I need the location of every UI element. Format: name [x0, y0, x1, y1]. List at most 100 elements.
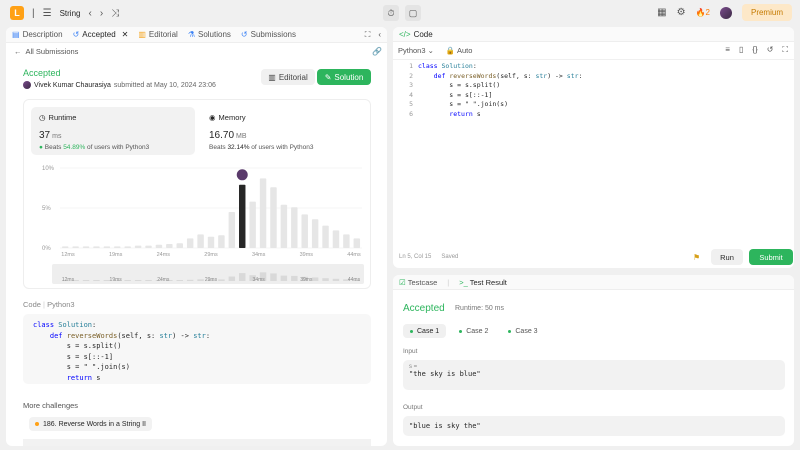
chart-bar[interactable]: [186, 238, 194, 248]
chart-bar[interactable]: [280, 204, 288, 248]
chart-bar[interactable]: [218, 235, 225, 248]
hint-icon[interactable]: ⚑: [693, 253, 700, 262]
chart-bar[interactable]: [72, 246, 79, 248]
memory-box[interactable]: ◉ Memory 16.70 MB Beats 32.14% of users wi…: [201, 107, 365, 155]
chart-bar[interactable]: [228, 212, 236, 248]
notes-icon[interactable]: ▢: [405, 5, 421, 21]
solution-label: Solution: [334, 72, 364, 82]
chart-bar[interactable]: [134, 245, 142, 248]
line-number: 6: [409, 109, 413, 118]
share-link-icon[interactable]: 🔗: [372, 47, 382, 56]
list-icon[interactable]: ☰: [43, 8, 52, 19]
x-tick-label: 39ms: [300, 252, 314, 258]
checkbox-icon: ☑: [399, 277, 406, 287]
problem-list-title[interactable]: String: [60, 9, 81, 18]
streak-counter[interactable]: 🔥2: [696, 8, 710, 17]
shuffle-icon[interactable]: ⤨: [111, 8, 119, 19]
chart-bar[interactable]: [155, 244, 163, 248]
chart-bar[interactable]: [197, 234, 204, 248]
settings-icon[interactable]: ⚙: [677, 7, 686, 18]
editorial-button[interactable]: ▥ Editorial: [261, 69, 315, 85]
runtime-value: 37: [39, 130, 51, 141]
case-tab-2[interactable]: Case 2: [452, 324, 495, 338]
editor-line: s = " ".join(s): [418, 100, 509, 109]
result-runtime: Runtime: 50 ms: [455, 305, 505, 312]
chart-bar[interactable]: [249, 201, 256, 248]
tab-description[interactable]: ▤ Description: [12, 30, 63, 39]
chart-bar[interactable]: [311, 219, 319, 248]
navigator-bar: [332, 278, 340, 281]
close-tab-icon[interactable]: ✕: [122, 30, 129, 39]
author-name[interactable]: Vivek Kumar Chaurasiya: [34, 82, 111, 89]
tab-test-result[interactable]: >_ Test Result: [459, 278, 507, 287]
runtime-distribution-chart[interactable]: 10% 5% 0% 12ms 19ms 24ms 29ms 34ms 39ms 44ms 12ms 1…: [24, 160, 372, 288]
reset-icon[interactable]: ↺: [767, 45, 774, 55]
back-to-submissions[interactable]: ← All Submissions: [14, 47, 78, 56]
auto-label: Auto: [456, 46, 473, 55]
tab-testcase[interactable]: ☑ Testcase: [399, 278, 437, 287]
prev-problem-icon[interactable]: ‹: [88, 8, 91, 19]
chart-bar[interactable]: [343, 234, 350, 248]
braces-icon[interactable]: {}: [752, 45, 757, 55]
saved-status: Saved: [441, 254, 459, 260]
timer-icon[interactable]: ⏱: [383, 5, 399, 21]
user-avatar[interactable]: [719, 6, 732, 19]
case-tab-1[interactable]: Case 1: [403, 324, 447, 338]
runtime-box[interactable]: ◷ Runtime 37 ms ● Beats 54.89% of users wi…: [31, 107, 195, 155]
editor-lines[interactable]: class Solution: def reverseWords(self, s…: [418, 62, 582, 120]
input-label: Input: [403, 348, 418, 355]
solution-button[interactable]: ✎ Solution: [317, 69, 371, 85]
chart-bar[interactable]: [93, 246, 100, 248]
chart-bar[interactable]: [103, 246, 111, 248]
chart-bar[interactable]: [166, 244, 173, 248]
tab-editorial[interactable]: ▥ Editorial: [138, 30, 177, 39]
chart-bar[interactable]: [124, 246, 131, 248]
line-numbers: 123456: [393, 62, 413, 120]
book-icon: ▥: [138, 30, 146, 39]
chart-bar[interactable]: [332, 230, 340, 248]
editor-line: s = s[::-1]: [418, 90, 493, 99]
next-problem-icon[interactable]: ›: [100, 8, 103, 19]
challenge-link[interactable]: 186. Reverse Words in a String II: [29, 417, 152, 431]
bookmark-icon[interactable]: ▯: [739, 45, 743, 55]
chart-bar[interactable]: [114, 246, 121, 248]
navigator-bar: [322, 278, 329, 281]
code-tab[interactable]: </> Code: [393, 27, 794, 42]
chart-bar[interactable]: [207, 236, 215, 248]
highlighted-bar[interactable]: [239, 184, 246, 248]
chart-bar[interactable]: [61, 246, 69, 248]
chart-bar[interactable]: [176, 243, 183, 248]
tab-submissions[interactable]: ↺ Submissions: [241, 30, 296, 39]
chart-bar[interactable]: [270, 187, 277, 248]
chart-bar[interactable]: [145, 245, 152, 248]
submissions-icon: ↺: [240, 30, 248, 39]
description-icon: ▤: [12, 30, 20, 39]
pass-dot: [410, 329, 413, 333]
auto-toggle[interactable]: 🔒 Auto: [446, 46, 472, 55]
layout-icon[interactable]: ▦: [657, 7, 666, 18]
format-icon[interactable]: ≡: [725, 45, 730, 55]
maximize-icon[interactable]: ⛶: [365, 30, 371, 40]
chart-bar[interactable]: [322, 225, 329, 248]
chart-bar[interactable]: [353, 238, 361, 248]
case-label: Case 2: [466, 327, 489, 335]
code-line: class Solution:: [33, 321, 97, 329]
code-editor[interactable]: 123456 class Solution: def reverseWords(…: [393, 62, 794, 122]
tab-accepted[interactable]: ↺ Accepted ✕: [73, 30, 129, 39]
premium-button[interactable]: Premium: [741, 4, 792, 21]
chart-bar[interactable]: [259, 178, 267, 248]
language-select[interactable]: Python3 ⌄: [398, 46, 434, 55]
submit-button[interactable]: Submit: [749, 249, 793, 265]
chart-bar[interactable]: [291, 207, 298, 248]
chart-bar[interactable]: [82, 246, 90, 248]
tab-solutions[interactable]: ⚗ Solutions: [188, 30, 231, 39]
fullscreen-icon[interactable]: ⛶: [782, 45, 788, 55]
chart-bar[interactable]: [301, 214, 308, 248]
run-button[interactable]: Run: [711, 249, 743, 265]
result-status: Accepted: [403, 303, 445, 314]
case-tab-3[interactable]: Case 3: [501, 324, 544, 338]
leetcode-logo[interactable]: L: [10, 6, 24, 20]
code-line: s = s.split(): [33, 342, 122, 350]
collapse-icon[interactable]: ‹: [378, 30, 381, 40]
beats-suffix: of users with Python3: [251, 144, 314, 151]
